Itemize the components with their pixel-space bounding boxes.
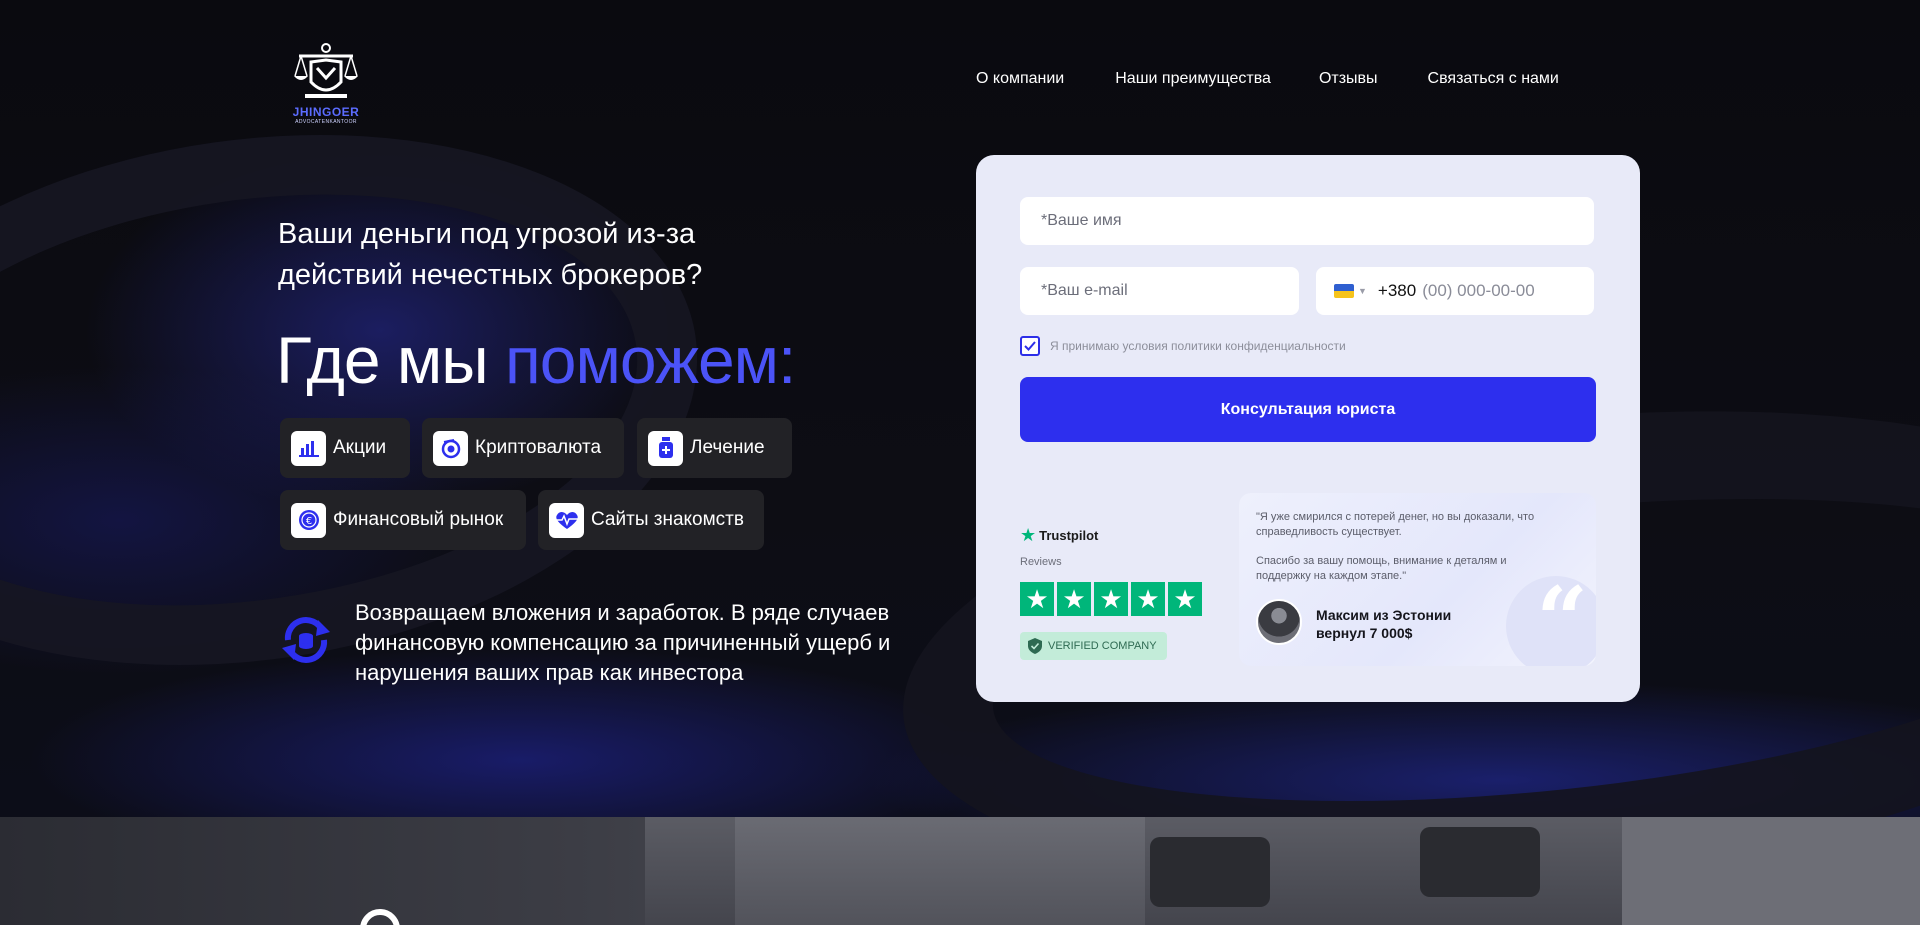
star-icon: ★: [1168, 582, 1202, 616]
refund-cycle-icon: [282, 617, 330, 663]
star-icon: ★: [1057, 582, 1091, 616]
chart-bars-icon: [291, 430, 326, 466]
brand-tagline: ADVOCATENKANTOOR: [295, 119, 357, 125]
verified-label: VERIFIED COMPANY: [1048, 640, 1157, 652]
chip-label: Акции: [333, 437, 387, 458]
chip-label: Финансовый рынок: [333, 509, 504, 530]
benefit-text: Возвращаем вложения и заработок. В ряде …: [355, 600, 891, 685]
ukraine-flag-icon[interactable]: [1334, 284, 1354, 298]
privacy-consent[interactable]: Я принимаю условия политики конфиденциал…: [1020, 336, 1346, 356]
testimonial-text: "Я уже смирился с потерей денег, но вы д…: [1256, 511, 1535, 582]
consultation-form: ▼ +380 Я принимаю условия политики конфи…: [976, 155, 1640, 702]
trustpilot-widget[interactable]: ★ Trustpilot Reviews ★ ★ ★ ★ ★: [1020, 525, 1220, 616]
testimonial-author: Максим из Эстонии вернул 7 000$: [1316, 607, 1452, 641]
chip-dating-sites[interactable]: Сайты знакомств: [538, 490, 764, 550]
nav-item-reviews[interactable]: Отзывы: [1319, 70, 1378, 88]
email-input[interactable]: [1020, 267, 1299, 315]
nav-item-advantages[interactable]: Наши преимущества: [1115, 70, 1271, 88]
section-icon: [360, 909, 400, 925]
rating-stars: ★ ★ ★ ★ ★: [1020, 582, 1220, 616]
headline-prefix: Где мы: [276, 323, 506, 397]
shield-check-icon: [1028, 638, 1042, 654]
phone-field[interactable]: ▼ +380: [1316, 267, 1594, 315]
hero-subtitle: Ваши деньги под угрозой из-за действий н…: [278, 218, 703, 291]
name-input[interactable]: [1020, 197, 1594, 245]
consultation-submit-button[interactable]: Консультация юриста: [1020, 377, 1596, 442]
scales-shield-icon: [294, 43, 358, 98]
chip-stocks[interactable]: Акции: [280, 418, 410, 478]
chip-label: Лечение: [690, 437, 765, 458]
medicine-bottle-icon: [648, 430, 683, 466]
trustpilot-label: Trustpilot: [1039, 528, 1099, 543]
office-photo-strip: [0, 817, 1920, 925]
chevron-down-icon[interactable]: ▼: [1358, 286, 1367, 296]
star-icon: ★: [1131, 582, 1165, 616]
trustpilot-star-icon: ★: [1020, 525, 1037, 545]
testimonial-card: “ "Я уже смирился с потерей денег, но вы…: [1239, 493, 1596, 666]
verified-company-badge: VERIFIED COMPANY: [1020, 632, 1167, 660]
brand-name: JHINGOER: [292, 105, 360, 119]
svg-text:€: €: [305, 516, 311, 527]
heart-pulse-icon: [549, 502, 584, 538]
chip-crypto[interactable]: Криптовалюта: [422, 418, 624, 478]
main-nav: О компании Наши преимущества Отзывы Связ…: [976, 70, 1559, 88]
phone-country-code: +380: [1377, 281, 1417, 300]
nav-item-about[interactable]: О компании: [976, 70, 1064, 88]
avatar: [1256, 599, 1302, 645]
logo[interactable]: JHINGOER ADVOCATENKANTOOR: [288, 42, 364, 125]
hero-headline: Где мы поможем:: [276, 320, 796, 400]
consent-checkbox[interactable]: [1020, 336, 1040, 356]
nav-item-contact[interactable]: Связаться с нами: [1428, 70, 1559, 88]
chip-treatment[interactable]: Лечение: [637, 418, 792, 478]
chip-label: Криптовалюта: [475, 437, 602, 458]
headline-accent: поможем:: [505, 323, 796, 397]
checkmark-icon: [1024, 341, 1036, 351]
chip-financial-market[interactable]: € Финансовый рынок: [280, 490, 526, 550]
phone-input[interactable]: [1422, 281, 1573, 301]
crypto-coin-icon: [433, 430, 468, 466]
chip-label: Сайты знакомств: [591, 509, 744, 530]
star-icon: ★: [1020, 582, 1054, 616]
reviews-label: Reviews: [1020, 556, 1062, 568]
euro-coin-icon: €: [291, 502, 326, 538]
star-icon: ★: [1094, 582, 1128, 616]
quote-icon: “: [1536, 567, 1588, 666]
consent-label: Я принимаю условия политики конфиденциал…: [1050, 339, 1346, 353]
